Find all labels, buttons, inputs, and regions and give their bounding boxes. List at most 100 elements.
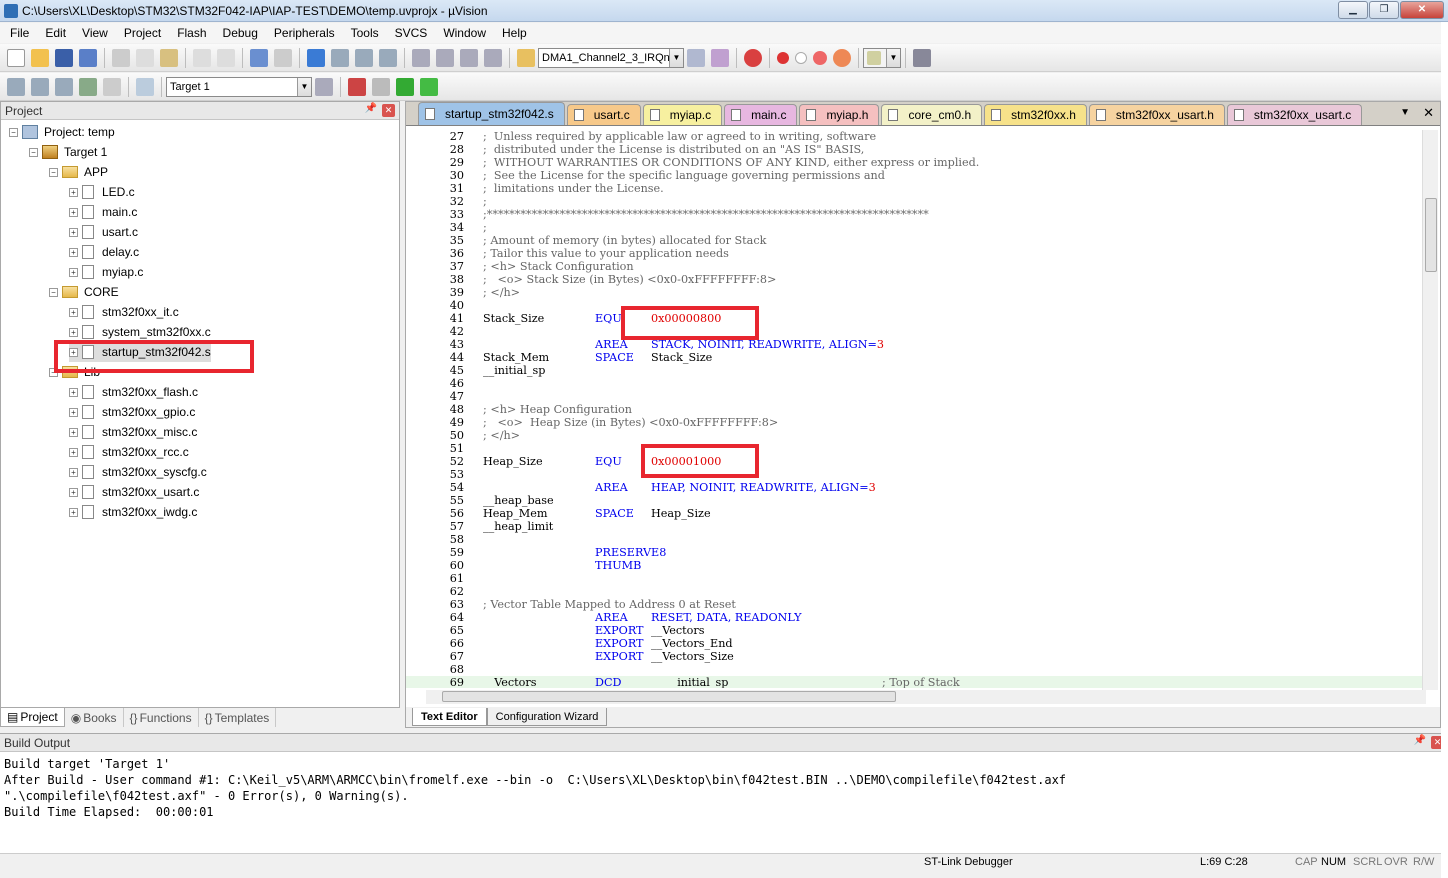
menu-edit[interactable]: Edit bbox=[37, 26, 74, 40]
translate-icon[interactable] bbox=[7, 77, 25, 96]
tree-file[interactable]: + stm32f0xx_iwdg.c bbox=[69, 502, 197, 522]
manage-rte-icon[interactable] bbox=[396, 77, 414, 96]
tree-file[interactable]: + LED.c bbox=[69, 182, 135, 202]
clear-bookmarks-icon[interactable] bbox=[379, 48, 397, 67]
tree-file[interactable]: + main.c bbox=[69, 202, 137, 222]
expand-toggle-icon[interactable]: + bbox=[69, 327, 78, 337]
editor-tab[interactable]: myiap.c bbox=[642, 104, 723, 125]
tab-templates[interactable]: {} Templates bbox=[199, 708, 277, 727]
save-icon[interactable] bbox=[55, 48, 73, 67]
tree-file[interactable]: + stm32f0xx_rcc.c bbox=[69, 442, 189, 462]
expand-toggle-icon[interactable]: + bbox=[69, 427, 78, 437]
tab-text-editor[interactable]: Text Editor bbox=[412, 708, 487, 726]
nav-back-icon[interactable] bbox=[250, 48, 268, 67]
target-combo[interactable]: Target 1 ▼ bbox=[166, 76, 312, 97]
editor-tab[interactable]: stm32f0xx_usart.h bbox=[1088, 104, 1225, 125]
unindent-icon[interactable] bbox=[436, 48, 454, 67]
editor-vertical-scrollbar[interactable] bbox=[1422, 130, 1438, 690]
expand-toggle-icon[interactable]: + bbox=[69, 267, 78, 277]
function-combo[interactable]: DMA1_Channel2_3_IRQn ▼ bbox=[538, 47, 684, 68]
menu-view[interactable]: View bbox=[74, 26, 116, 40]
cut-icon[interactable] bbox=[112, 48, 130, 67]
tree-file[interactable]: + stm32f0xx_flash.c bbox=[69, 382, 198, 402]
maximize-button[interactable]: ❐ bbox=[1369, 1, 1399, 19]
expand-toggle-icon[interactable]: + bbox=[69, 187, 78, 197]
editor-horizontal-scrollbar[interactable] bbox=[426, 690, 1426, 704]
tree-file[interactable]: + system_stm32f0xx.c bbox=[69, 322, 211, 342]
code-view[interactable]: 27 ; Unless required by applicable law or… bbox=[406, 130, 1422, 688]
stop-build-icon[interactable] bbox=[103, 77, 121, 96]
clear-breakpoints-icon[interactable] bbox=[813, 50, 827, 65]
expand-toggle-icon[interactable]: + bbox=[69, 447, 78, 457]
open-folder-icon[interactable] bbox=[31, 48, 49, 67]
download-icon[interactable] bbox=[136, 77, 154, 96]
build-icon[interactable] bbox=[31, 77, 49, 96]
target-options-icon[interactable] bbox=[315, 77, 333, 96]
manage-project-items-icon[interactable] bbox=[348, 77, 366, 96]
find-icon[interactable] bbox=[687, 48, 705, 67]
tree-group-app[interactable]: − APP bbox=[49, 162, 108, 182]
expand-toggle-icon[interactable]: − bbox=[29, 147, 38, 157]
tree-file[interactable]: + stm32f0xx_syscfg.c bbox=[69, 462, 207, 482]
menu-file[interactable]: File bbox=[2, 26, 37, 40]
menu-help[interactable]: Help bbox=[494, 26, 535, 40]
tree-group-core[interactable]: − CORE bbox=[49, 282, 119, 302]
uncomment-icon[interactable] bbox=[484, 48, 502, 67]
menu-tools[interactable]: Tools bbox=[343, 26, 387, 40]
expand-toggle-icon[interactable]: + bbox=[69, 247, 78, 257]
find-in-files-icon[interactable] bbox=[517, 48, 535, 67]
editor-tab[interactable]: core_cm0.h bbox=[881, 104, 983, 125]
tree-file[interactable]: + myiap.c bbox=[69, 262, 143, 282]
tree-file[interactable]: + usart.c bbox=[69, 222, 138, 242]
close-icon[interactable]: ✕ bbox=[382, 104, 395, 117]
prev-bookmark-icon[interactable] bbox=[331, 48, 349, 67]
debug-session-icon[interactable] bbox=[744, 48, 762, 67]
close-button[interactable]: ✕ bbox=[1400, 1, 1444, 19]
menu-debug[interactable]: Debug bbox=[215, 26, 266, 40]
expand-toggle-icon[interactable]: + bbox=[69, 407, 78, 417]
tab-project[interactable]: ▤ Project bbox=[0, 708, 65, 727]
editor-tab[interactable]: main.c bbox=[724, 104, 798, 125]
pin-icon[interactable]: 📌 bbox=[1414, 735, 1426, 746]
tree-file[interactable]: + stm32f0xx_usart.c bbox=[69, 482, 199, 502]
expand-toggle-icon[interactable]: + bbox=[69, 507, 78, 517]
tree-project[interactable]: − Project: temp bbox=[9, 122, 115, 142]
incremental-find-icon[interactable] bbox=[711, 48, 729, 67]
menu-project[interactable]: Project bbox=[116, 26, 169, 40]
expand-toggle-icon[interactable]: + bbox=[69, 467, 78, 477]
scrollbar-thumb[interactable] bbox=[442, 691, 896, 702]
expand-toggle-icon[interactable]: + bbox=[69, 487, 78, 497]
nav-forward-icon[interactable] bbox=[274, 48, 292, 67]
save-all-icon[interactable] bbox=[79, 48, 97, 67]
expand-toggle-icon[interactable]: + bbox=[69, 307, 78, 317]
expand-toggle-icon[interactable]: + bbox=[69, 387, 78, 397]
tree-target[interactable]: − Target 1 bbox=[29, 142, 107, 162]
expand-toggle-icon[interactable]: − bbox=[9, 127, 18, 137]
menu-svcs[interactable]: SVCS bbox=[387, 26, 436, 40]
chevron-down-icon[interactable]: ▼ bbox=[886, 48, 900, 67]
tree-file[interactable]: + stm32f0xx_gpio.c bbox=[69, 402, 195, 422]
editor-tab[interactable]: myiap.h bbox=[799, 104, 880, 125]
tab-functions[interactable]: {} Functions bbox=[124, 708, 199, 727]
kill-breakpoints-icon[interactable] bbox=[833, 48, 851, 67]
expand-toggle-icon[interactable]: + bbox=[69, 227, 78, 237]
window-layout-combo[interactable]: ▼ bbox=[863, 47, 901, 68]
rebuild-icon[interactable] bbox=[55, 77, 73, 96]
tab-list-chevron-icon[interactable]: ▼ bbox=[1400, 107, 1410, 118]
indent-icon[interactable] bbox=[412, 48, 430, 67]
scrollbar-thumb[interactable] bbox=[1425, 198, 1437, 272]
editor-tab[interactable]: stm32f0xx_usart.c bbox=[1226, 104, 1363, 125]
breakpoint-icon[interactable] bbox=[777, 51, 789, 64]
batch-build-icon[interactable] bbox=[79, 77, 97, 96]
editor-tab[interactable]: startup_stm32f042.s bbox=[418, 102, 565, 125]
editor-tab[interactable]: usart.c bbox=[566, 104, 641, 125]
new-file-icon[interactable] bbox=[7, 48, 25, 67]
copy-icon[interactable] bbox=[136, 48, 154, 67]
pack-installer-icon[interactable] bbox=[420, 77, 438, 96]
minimize-button[interactable]: ▁ bbox=[1338, 1, 1368, 19]
next-bookmark-icon[interactable] bbox=[355, 48, 373, 67]
pin-icon[interactable]: 📌 bbox=[365, 103, 377, 114]
menu-peripherals[interactable]: Peripherals bbox=[266, 26, 343, 40]
paste-icon[interactable] bbox=[160, 48, 178, 67]
redo-icon[interactable] bbox=[217, 48, 235, 67]
